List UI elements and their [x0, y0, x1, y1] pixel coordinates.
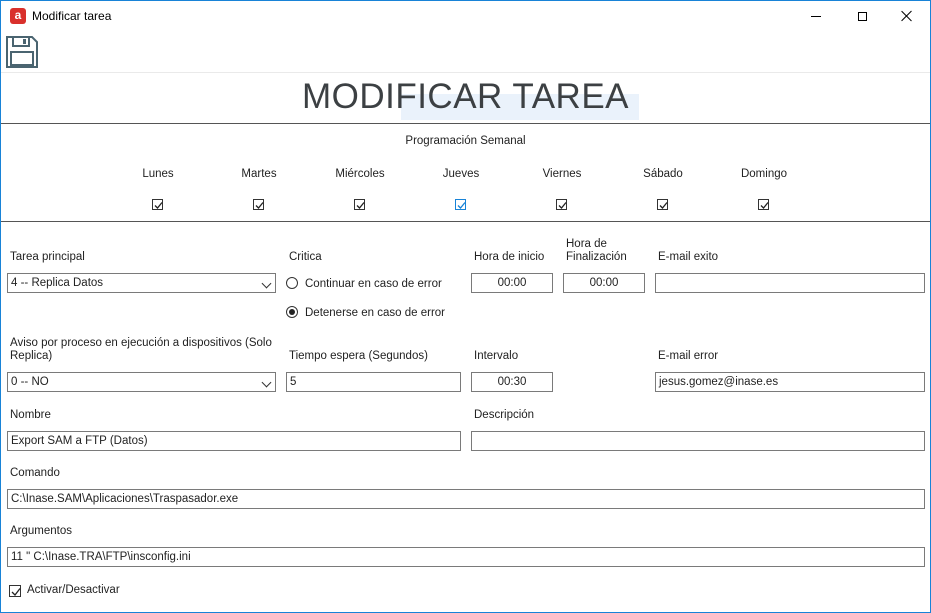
- app-icon: a: [10, 8, 26, 24]
- intervalo-input[interactable]: 00:30: [471, 372, 553, 392]
- activar-label[interactable]: Activar/Desactivar: [27, 584, 120, 597]
- checkbox-domingo[interactable]: [758, 199, 769, 210]
- aviso-select[interactable]: 0 -- NO: [7, 372, 276, 392]
- minimize-icon: [811, 15, 821, 17]
- checkbox-jueves[interactable]: [455, 199, 466, 210]
- check-icon: [255, 202, 264, 209]
- check-icon: [154, 202, 163, 209]
- page-title: MODIFICAR TAREA: [301, 77, 630, 116]
- critica-label: Critica: [289, 251, 322, 263]
- descripcion-input[interactable]: [471, 431, 925, 451]
- radio-continuar[interactable]: [286, 277, 298, 289]
- check-icon: [356, 202, 365, 209]
- argumentos-label: Argumentos: [10, 525, 73, 537]
- email-exito-label: E-mail exito: [658, 251, 719, 263]
- close-icon: [901, 10, 913, 22]
- intervalo-label: Intervalo: [474, 350, 519, 362]
- aviso-value: 0 -- NO: [11, 376, 49, 388]
- radio-detenerse-label[interactable]: Detenerse en caso de error: [305, 307, 445, 320]
- aviso-label-line2: Replica): [10, 350, 53, 362]
- tarea-principal-label: Tarea principal: [10, 251, 85, 263]
- aviso-label-line1: Aviso por proceso en ejecución a disposi…: [10, 337, 272, 349]
- hora-inicio-input[interactable]: 00:00: [471, 273, 553, 293]
- maximize-button[interactable]: [839, 1, 885, 31]
- hora-fin-label-line2: Finalización: [566, 251, 627, 263]
- descripcion-label: Descripción: [474, 409, 535, 421]
- hora-fin-input[interactable]: 00:00: [563, 273, 645, 293]
- day-label-jueves: Jueves: [442, 168, 480, 180]
- email-exito-input[interactable]: [655, 273, 925, 293]
- chevron-down-icon: [261, 278, 272, 289]
- comando-input[interactable]: C:\Inase.SAM\Aplicaciones\Traspasador.ex…: [7, 489, 925, 509]
- day-label-martes: Martes: [241, 168, 277, 180]
- check-icon: [11, 588, 21, 596]
- hora-inicio-label: Hora de inicio: [474, 251, 545, 263]
- check-icon: [760, 202, 769, 209]
- floppy-disk-icon: [6, 36, 38, 68]
- save-button[interactable]: [5, 35, 39, 69]
- day-label-sabado: Sábado: [643, 168, 683, 180]
- window-title: Modificar tarea: [32, 9, 112, 23]
- weekly-schedule-panel: Programación Semanal Lunes Martes Miérco…: [1, 123, 930, 222]
- toolbar-separator: [1, 72, 930, 73]
- checkbox-martes[interactable]: [253, 199, 264, 210]
- day-label-lunes: Lunes: [142, 168, 174, 180]
- radio-continuar-label[interactable]: Continuar en caso de error: [305, 278, 442, 291]
- check-icon: [659, 202, 668, 209]
- activar-checkbox[interactable]: [9, 585, 21, 597]
- checkbox-sabado[interactable]: [657, 199, 668, 210]
- radio-detenerse[interactable]: [286, 306, 298, 318]
- check-icon: [558, 202, 567, 209]
- nombre-input[interactable]: Export SAM a FTP (Datos): [7, 431, 461, 451]
- checkbox-viernes[interactable]: [556, 199, 567, 210]
- hora-fin-label-line1: Hora de: [566, 238, 607, 250]
- radio-selected-dot: [289, 309, 295, 315]
- minimize-button[interactable]: [793, 1, 839, 31]
- maximize-icon: [857, 11, 867, 21]
- email-error-input[interactable]: jesus.gomez@inase.es: [655, 372, 925, 392]
- window: a Modificar tarea MODIFICAR TAREA Progra…: [0, 0, 931, 613]
- argumentos-input[interactable]: 11 " C:\Inase.TRA\FTP\insconfig.ini: [7, 547, 925, 567]
- schedule-title: Programación Semanal: [405, 135, 526, 147]
- chevron-down-icon: [261, 377, 272, 388]
- comando-label: Comando: [10, 467, 60, 479]
- tiempo-espera-input[interactable]: 5: [286, 372, 461, 392]
- tarea-principal-select[interactable]: 4 -- Replica Datos: [7, 273, 276, 293]
- checkbox-miercoles[interactable]: [354, 199, 365, 210]
- email-error-label: E-mail error: [658, 350, 719, 362]
- day-label-viernes: Viernes: [542, 168, 582, 180]
- title-bar: a Modificar tarea: [1, 1, 930, 31]
- close-button[interactable]: [884, 1, 930, 31]
- tiempo-espera-label: Tiempo espera (Segundos): [289, 350, 428, 362]
- check-icon: [457, 202, 466, 209]
- day-label-domingo: Domingo: [740, 168, 788, 180]
- day-label-miercoles: Miércoles: [335, 168, 385, 180]
- nombre-label: Nombre: [10, 409, 51, 421]
- tarea-principal-value: 4 -- Replica Datos: [11, 277, 104, 289]
- checkbox-lunes[interactable]: [152, 199, 163, 210]
